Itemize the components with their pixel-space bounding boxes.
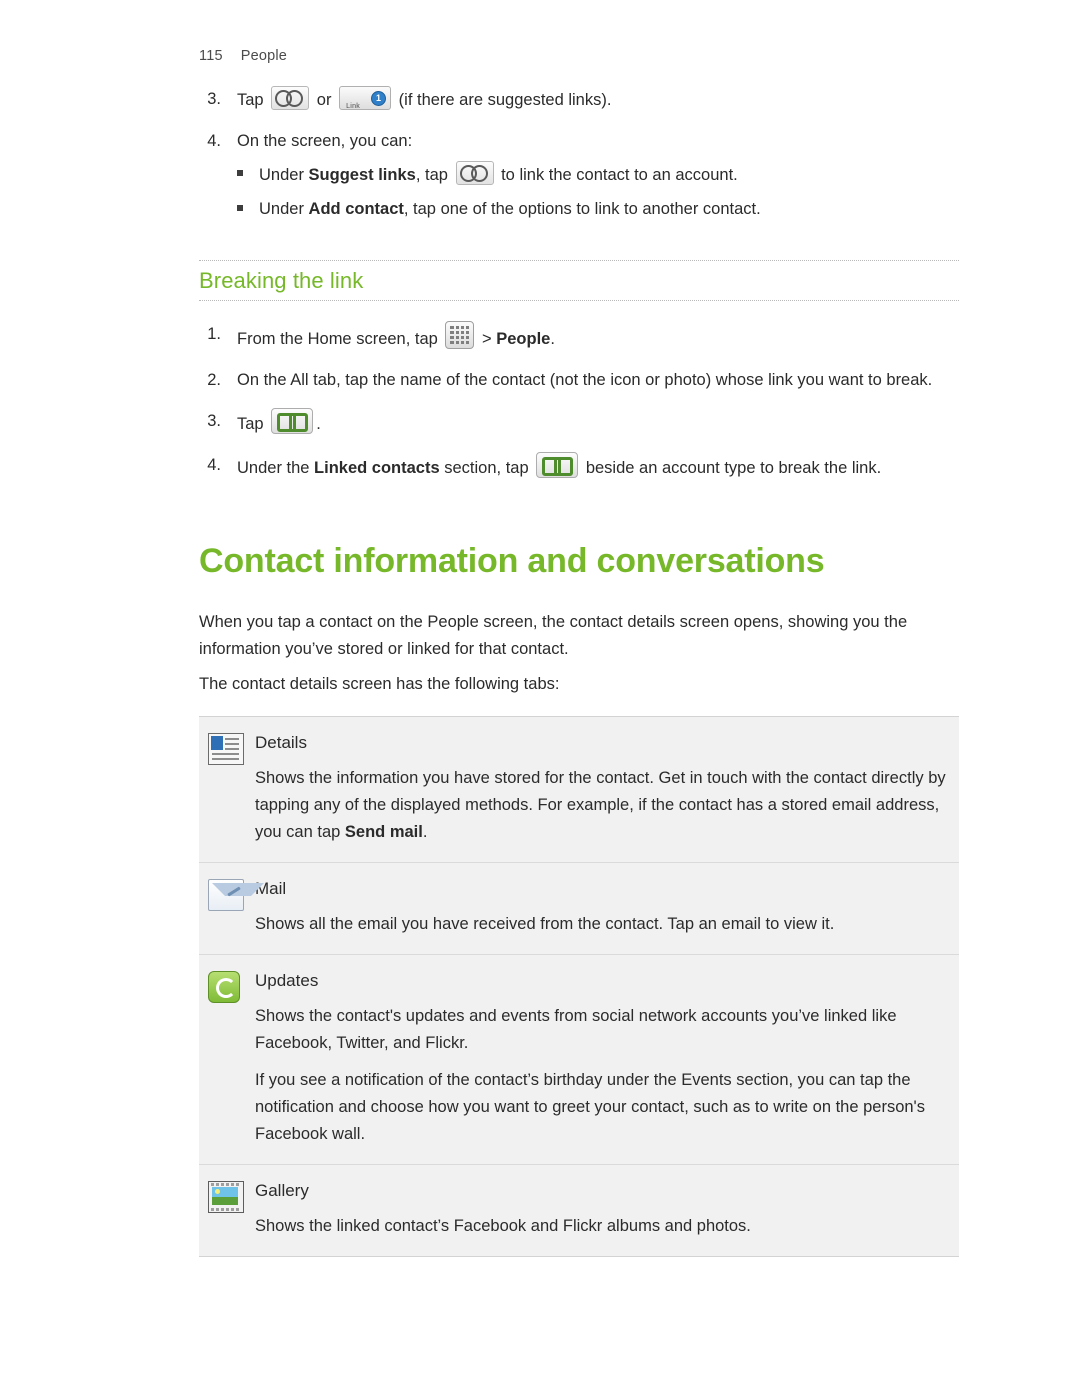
page-content: 3. Tap or Link 1 (if there are suggested… bbox=[199, 86, 959, 1257]
list-text: On the All tab, tap the name of the cont… bbox=[237, 371, 933, 389]
bl-step1-post: . bbox=[550, 330, 555, 348]
list-number: 3. bbox=[207, 90, 221, 108]
table-text-cell: Gallery Shows the linked contact’s Faceb… bbox=[255, 1179, 959, 1240]
list-number: 4. bbox=[207, 456, 221, 474]
list-text: Under the Linked contacts section, tap b… bbox=[237, 452, 881, 482]
break-link-icon bbox=[536, 452, 579, 478]
all-apps-icon bbox=[445, 321, 475, 349]
bl-step1-bold: People bbox=[496, 330, 551, 348]
page-header: 115 People bbox=[199, 48, 287, 64]
tab-title-details: Details bbox=[255, 733, 307, 752]
section-heading-block: Breaking the link bbox=[199, 260, 959, 301]
table-text-cell: Updates Shows the contact's updates and … bbox=[255, 969, 959, 1148]
step3-pre-text: Tap bbox=[237, 91, 264, 109]
bullet1-mid: , tap bbox=[415, 166, 453, 184]
section-heading: Breaking the link bbox=[199, 268, 364, 293]
table-row: Gallery Shows the linked contact’s Faceb… bbox=[199, 1165, 959, 1256]
mail-tab-icon bbox=[208, 879, 264, 911]
step3-mid-text: or bbox=[316, 91, 332, 109]
tab-desc-details: Shows the information you have stored fo… bbox=[255, 765, 947, 846]
tab-desc-mail: Shows all the email you have received fr… bbox=[255, 915, 835, 933]
tab-desc-details-text: Shows the information you have stored fo… bbox=[255, 769, 946, 841]
updates-tab-icon bbox=[208, 971, 240, 1003]
table-row: Mail Shows all the email you have receiv… bbox=[199, 863, 959, 955]
table-icon-cell bbox=[199, 969, 255, 1148]
link-contact-icon bbox=[271, 86, 310, 110]
list-item: 1. From the Home screen, tap > People. bbox=[199, 321, 959, 353]
list-item: 2. On the All tab, tap the name of the c… bbox=[199, 367, 959, 394]
list-number: 1. bbox=[207, 325, 221, 343]
document-page: 115 People 3. Tap or Link 1 (if there ar… bbox=[0, 0, 1080, 1397]
bl-step1-pre: From the Home screen, tap bbox=[237, 330, 443, 348]
list-text: From the Home screen, tap > People. bbox=[237, 321, 555, 353]
bullet2-pre: Under bbox=[259, 200, 309, 218]
table-icon-cell bbox=[199, 877, 264, 938]
intro-paragraph-1: When you tap a contact on the People scr… bbox=[199, 613, 908, 658]
break-link-icon bbox=[271, 408, 314, 434]
bl-step3-post: . bbox=[316, 415, 321, 433]
bl-step4-mid: section, tap bbox=[439, 459, 534, 477]
page-title: Contact information and conversations bbox=[199, 542, 825, 580]
tab-desc-gallery: Shows the linked contact’s Facebook and … bbox=[255, 1217, 751, 1235]
tab-title-mail: Mail bbox=[255, 879, 287, 898]
list-item: 3. Tap or Link 1 (if there are suggested… bbox=[199, 86, 959, 114]
intro-paragraph-2: The contact details screen has the follo… bbox=[199, 675, 560, 693]
tab-desc-updates-1: Shows the contact's updates and events f… bbox=[255, 1007, 897, 1052]
list-item: 4. Under the Linked contacts section, ta… bbox=[199, 452, 959, 482]
list-item: 4. On the screen, you can: Under Suggest… bbox=[199, 128, 959, 230]
table-text-cell: Details Shows the information you have s… bbox=[255, 731, 959, 846]
bl-step4-post: beside an account type to break the link… bbox=[581, 459, 882, 477]
suggested-links-icon: Link 1 bbox=[339, 86, 392, 110]
bl-step4-pre: Under the bbox=[237, 459, 315, 477]
bl-step1-mid: > bbox=[477, 330, 497, 348]
bullet2-mid: , tap one of the options to link to anot… bbox=[403, 200, 761, 218]
tab-desc-updates-2: If you see a notification of the contact… bbox=[255, 1071, 925, 1143]
list-text: Tap or Link 1 (if there are suggested li… bbox=[237, 86, 611, 114]
link-contact-icon bbox=[455, 161, 494, 185]
tabs-table: Details Shows the information you have s… bbox=[199, 716, 959, 1257]
details-tab-icon bbox=[208, 733, 244, 765]
bullet-marker bbox=[237, 196, 259, 223]
page-section-label: People bbox=[240, 48, 288, 64]
bullet1-post: to link the contact to an account. bbox=[496, 166, 738, 184]
bl-step3-pre: Tap bbox=[237, 415, 269, 433]
list-item: Under Suggest links, tap to link the con… bbox=[237, 161, 761, 189]
step4-text: On the screen, you can: bbox=[237, 132, 413, 150]
tab-title-updates: Updates bbox=[255, 971, 319, 990]
bullet2-bold: Add contact bbox=[308, 200, 404, 218]
divider-bottom bbox=[199, 300, 959, 301]
suggested-links-icon-label: Link bbox=[346, 103, 361, 110]
list-number: 2. bbox=[207, 371, 221, 389]
bullet-text: Under Suggest links, tap to link the con… bbox=[259, 161, 738, 189]
step3-post-text: (if there are suggested links). bbox=[398, 91, 612, 109]
bullet-text: Under Add contact, tap one of the option… bbox=[259, 196, 761, 223]
list-item: 3. Tap . bbox=[199, 408, 959, 438]
list-number: 3. bbox=[207, 412, 221, 430]
bullet-marker bbox=[237, 161, 259, 188]
table-row: Updates Shows the contact's updates and … bbox=[199, 955, 959, 1165]
suggested-links-icon-badge: 1 bbox=[371, 91, 387, 106]
gallery-tab-icon bbox=[208, 1181, 244, 1213]
list-text: On the screen, you can: Under Suggest li… bbox=[237, 128, 761, 230]
table-icon-cell bbox=[199, 731, 255, 846]
list-item: Under Add contact, tap one of the option… bbox=[237, 196, 761, 223]
bullet-list: Under Suggest links, tap to link the con… bbox=[237, 161, 761, 223]
bullet1-bold: Suggest links bbox=[308, 166, 416, 184]
list-number: 4. bbox=[207, 132, 221, 150]
tab-title-gallery: Gallery bbox=[255, 1181, 309, 1200]
table-text-cell: Mail Shows all the email you have receiv… bbox=[255, 877, 959, 938]
list-text: Tap . bbox=[237, 408, 321, 438]
bl-step4-bold: Linked contacts bbox=[314, 459, 440, 477]
send-mail-emphasis: Send mail bbox=[344, 823, 423, 841]
table-row: Details Shows the information you have s… bbox=[199, 717, 959, 863]
table-icon-cell bbox=[199, 1179, 255, 1240]
bullet1-pre: Under bbox=[259, 166, 309, 184]
page-number: 115 bbox=[199, 48, 223, 64]
